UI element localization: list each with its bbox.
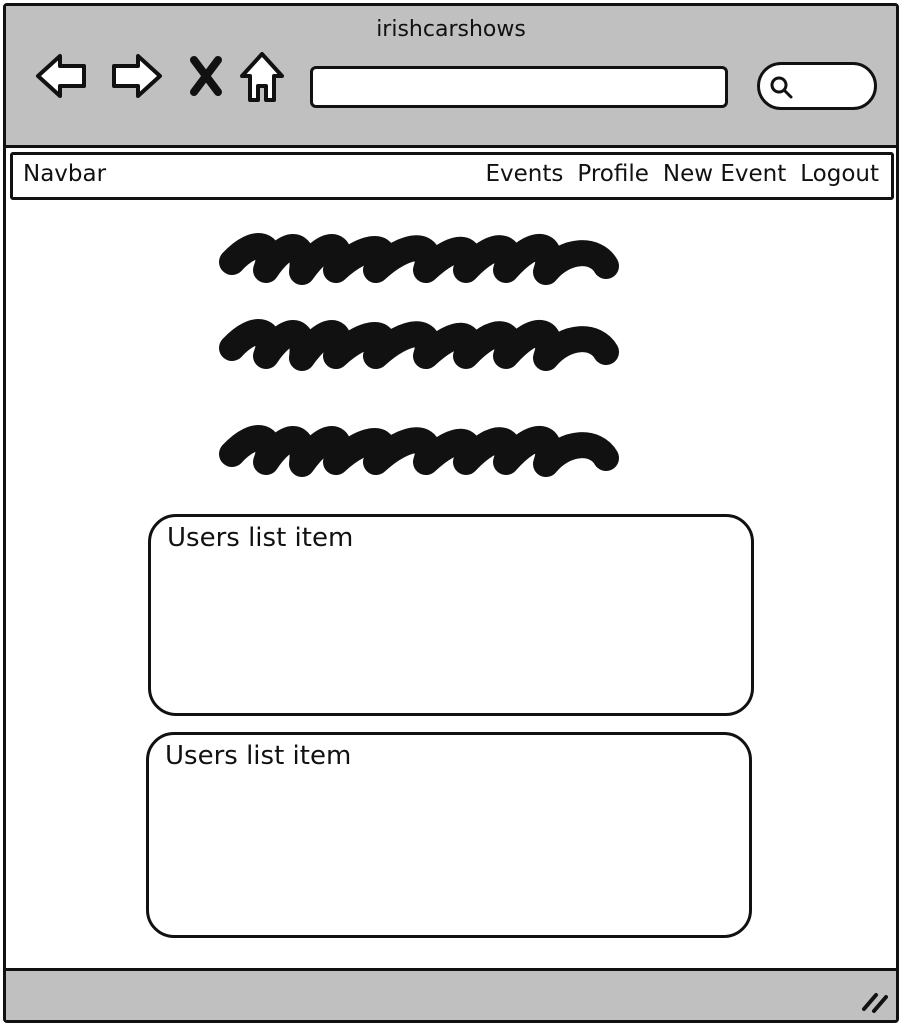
users-list-item-label: Users list item bbox=[165, 741, 352, 771]
status-bar bbox=[6, 968, 896, 1020]
nav-link-profile[interactable]: Profile bbox=[577, 161, 649, 187]
navbar-links: Events Profile New Event Logout bbox=[485, 161, 879, 187]
nav-link-events[interactable]: Events bbox=[485, 161, 563, 187]
browser-chrome: irishcarshows bbox=[6, 6, 896, 148]
users-list-item[interactable]: Users list item bbox=[146, 732, 752, 938]
users-list-item-label: Users list item bbox=[167, 523, 354, 553]
users-list-item[interactable]: Users list item bbox=[148, 514, 754, 716]
address-bar[interactable] bbox=[310, 66, 728, 108]
forward-arrow-icon[interactable] bbox=[106, 46, 166, 106]
navbar: Navbar Events Profile New Event Logout bbox=[10, 152, 894, 200]
navbar-brand[interactable]: Navbar bbox=[23, 161, 106, 187]
home-icon[interactable] bbox=[232, 46, 292, 106]
stop-icon[interactable] bbox=[176, 46, 236, 106]
placeholder-text-scribble bbox=[216, 422, 619, 482]
search-input[interactable] bbox=[757, 62, 877, 110]
search-icon bbox=[770, 76, 793, 99]
placeholder-text-scribble bbox=[216, 316, 619, 376]
browser-window: irishcarshows Navbar Events Profile New … bbox=[3, 3, 899, 1023]
window-title: irishcarshows bbox=[376, 17, 526, 42]
placeholder-text-scribble bbox=[216, 230, 619, 290]
resize-grip-icon[interactable] bbox=[860, 985, 890, 1015]
nav-link-new-event[interactable]: New Event bbox=[663, 161, 786, 187]
back-arrow-icon[interactable] bbox=[32, 46, 92, 106]
nav-link-logout[interactable]: Logout bbox=[800, 161, 879, 187]
